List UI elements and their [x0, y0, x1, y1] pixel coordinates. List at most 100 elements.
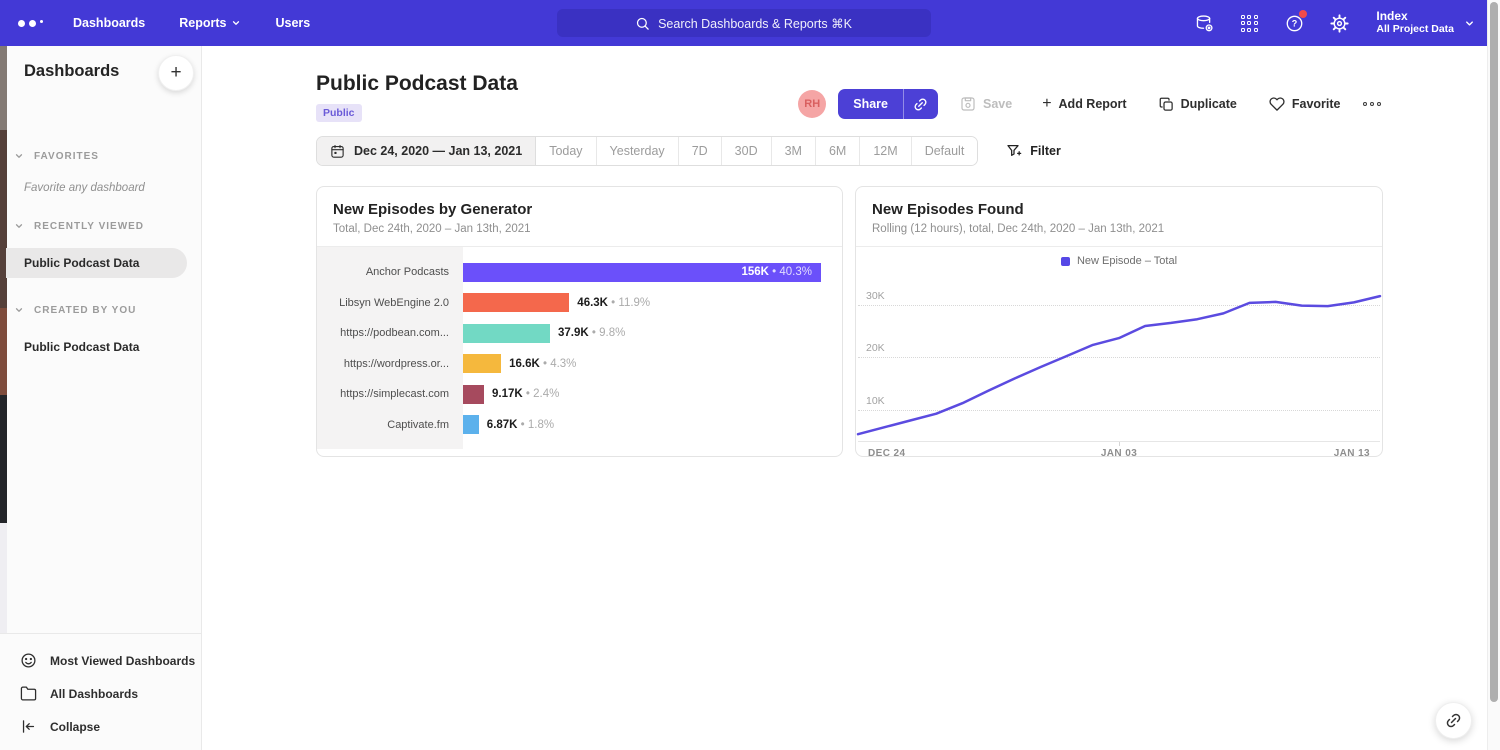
bar-segment[interactable]: 156K • 40.3%	[463, 263, 821, 282]
bar-segment[interactable]	[463, 415, 479, 434]
card-subtitle: Rolling (12 hours), total, Dec 24th, 202…	[872, 223, 1366, 235]
bar-row: Captivate.fm6.87K • 1.8%	[317, 410, 842, 441]
main-content: Public Podcast Data Public RH Share Save…	[202, 46, 1487, 750]
favorite-button[interactable]: Favorite	[1269, 96, 1341, 112]
save-button[interactable]: Save	[960, 96, 1012, 112]
public-badge: Public	[316, 104, 362, 122]
project-subtitle: All Project Data	[1376, 23, 1454, 36]
plus-icon: +	[1042, 97, 1051, 111]
project-name: Index	[1376, 10, 1454, 23]
save-icon	[960, 96, 976, 112]
date-range-picker[interactable]: Dec 24, 2020 — Jan 13, 2021	[317, 137, 536, 165]
line-series	[858, 296, 1380, 434]
bar-category-label: Anchor Podcasts	[317, 266, 463, 278]
bar-category-label: https://podbean.com...	[317, 327, 463, 339]
copy-link-button[interactable]	[904, 89, 938, 119]
heart-icon	[1269, 96, 1285, 112]
sidebar-item-public-podcast-data-created[interactable]: Public Podcast Data	[6, 332, 187, 362]
date-presets: TodayYesterday7D30D3M6M12MDefault	[536, 137, 977, 165]
bar-segment[interactable]	[463, 354, 501, 373]
section-created-by-you[interactable]: CREATED BY YOU	[0, 302, 201, 318]
date-preset-12m[interactable]: 12M	[860, 137, 911, 165]
bar-segment[interactable]	[463, 293, 569, 312]
date-preset-today[interactable]: Today	[536, 137, 596, 165]
chevron-down-icon	[14, 305, 24, 315]
notification-badge	[1299, 10, 1307, 18]
bar-value-label: 9.17K • 2.4%	[492, 388, 559, 400]
nav-item-users[interactable]: Users	[275, 16, 310, 30]
bar-segment[interactable]	[463, 385, 484, 404]
collapse-sidebar-button[interactable]: Collapse	[0, 710, 201, 743]
help-icon[interactable]: ?	[1284, 13, 1304, 33]
date-preset-default[interactable]: Default	[912, 137, 978, 165]
add-dashboard-button[interactable]: +	[158, 55, 194, 91]
bar-category-label: Libsyn WebEngine 2.0	[317, 297, 463, 309]
link-icon	[910, 93, 931, 114]
all-dashboards-button[interactable]: All Dashboards	[0, 677, 201, 710]
date-segmented-control: Dec 24, 2020 — Jan 13, 2021 TodayYesterd…	[316, 136, 978, 166]
chevron-down-icon	[1464, 18, 1475, 29]
bar-category-label: Captivate.fm	[317, 419, 463, 431]
x-axis: DEC 24JAN 03JAN 13	[858, 441, 1380, 463]
nav-right-group: ? Index All Project Data	[1194, 0, 1475, 46]
date-preset-7d[interactable]: 7D	[679, 137, 722, 165]
data-management-icon[interactable]	[1194, 13, 1214, 33]
date-preset-6m[interactable]: 6M	[816, 137, 860, 165]
nav-item-reports[interactable]: Reports	[179, 16, 241, 30]
sidebar-item-public-podcast-data[interactable]: Public Podcast Data	[6, 248, 187, 278]
favorites-empty-text: Favorite any dashboard	[24, 182, 201, 194]
date-filter-bar: Dec 24, 2020 — Jan 13, 2021 TodayYesterd…	[316, 136, 1061, 166]
calendar-icon	[330, 144, 345, 159]
most-viewed-dashboards-button[interactable]: Most Viewed Dashboards	[0, 644, 201, 677]
apps-grid-icon[interactable]	[1239, 13, 1259, 33]
chevron-down-icon	[14, 151, 24, 161]
chevron-down-icon	[231, 18, 241, 28]
bar-row: https://simplecast.com 9.17K • 2.4%	[317, 379, 842, 410]
date-preset-3m[interactable]: 3M	[772, 137, 816, 165]
bar-row: https://wordpress.or... 16.6K • 4.3%	[317, 349, 842, 380]
avatar[interactable]: RH	[798, 90, 826, 118]
card-new-episodes-found: New Episodes Found Rolling (12 hours), t…	[855, 186, 1383, 457]
settings-gear-icon[interactable]	[1329, 13, 1349, 33]
more-options-button[interactable]	[1363, 102, 1382, 107]
sidebar-title: Dashboards	[24, 62, 119, 81]
line-chart[interactable]: 30K20K10K	[858, 273, 1380, 441]
bar-category-label: https://wordpress.or...	[317, 358, 463, 370]
bar-chart-rows: Anchor Podcasts156K • 40.3% Libsyn WebEng…	[317, 257, 842, 440]
legend-swatch	[1061, 257, 1070, 266]
duplicate-button[interactable]: Duplicate	[1159, 97, 1237, 112]
bar-category-label: https://simplecast.com	[317, 388, 463, 400]
search-icon	[635, 16, 650, 31]
folder-icon	[20, 685, 37, 702]
nav-item-dashboards[interactable]: Dashboards	[73, 16, 145, 30]
share-button[interactable]: Share	[838, 89, 903, 119]
section-favorites[interactable]: FAVORITES	[0, 148, 201, 164]
mixpanel-logo-icon[interactable]	[18, 20, 43, 27]
search-placeholder: Search Dashboards & Reports ⌘K	[658, 16, 852, 31]
bar-value-label: 16.6K • 4.3%	[509, 358, 576, 370]
bar-segment[interactable]	[463, 324, 550, 343]
scrollbar-thumb[interactable]	[1490, 2, 1498, 702]
sidebar: Dashboards + FAVORITES Favorite any dash…	[0, 46, 202, 750]
share-link-fab[interactable]	[1435, 702, 1472, 739]
page-scrollbar[interactable]	[1487, 0, 1500, 750]
date-preset-yesterday[interactable]: Yesterday	[597, 137, 679, 165]
bar-row: Anchor Podcasts156K • 40.3%	[317, 257, 842, 288]
bar-row: https://podbean.com...37.9K • 9.8%	[317, 318, 842, 349]
link-icon	[1441, 708, 1465, 732]
filter-button[interactable]: Filter	[1006, 143, 1061, 159]
primary-nav: Dashboards Reports Users	[73, 16, 310, 30]
legend-label: New Episode – Total	[1077, 255, 1177, 267]
date-preset-30d[interactable]: 30D	[722, 137, 772, 165]
date-range-label: Dec 24, 2020 — Jan 13, 2021	[354, 144, 522, 158]
x-axis-tick-label: JAN 13	[1334, 448, 1370, 459]
search-input[interactable]: Search Dashboards & Reports ⌘K	[557, 9, 931, 37]
card-title: New Episodes Found	[872, 201, 1366, 218]
header-actions: RH Share Save + Add Report Duplicate Fav…	[798, 89, 1381, 119]
add-report-button[interactable]: + Add Report	[1042, 97, 1126, 111]
section-recently-viewed[interactable]: RECENTLY VIEWED	[0, 218, 201, 234]
plus-icon: +	[170, 62, 181, 83]
chart-legend: New Episode – Total	[856, 254, 1382, 268]
x-axis-tick-label: JAN 03	[1101, 448, 1137, 459]
project-switcher[interactable]: Index All Project Data	[1376, 10, 1475, 36]
